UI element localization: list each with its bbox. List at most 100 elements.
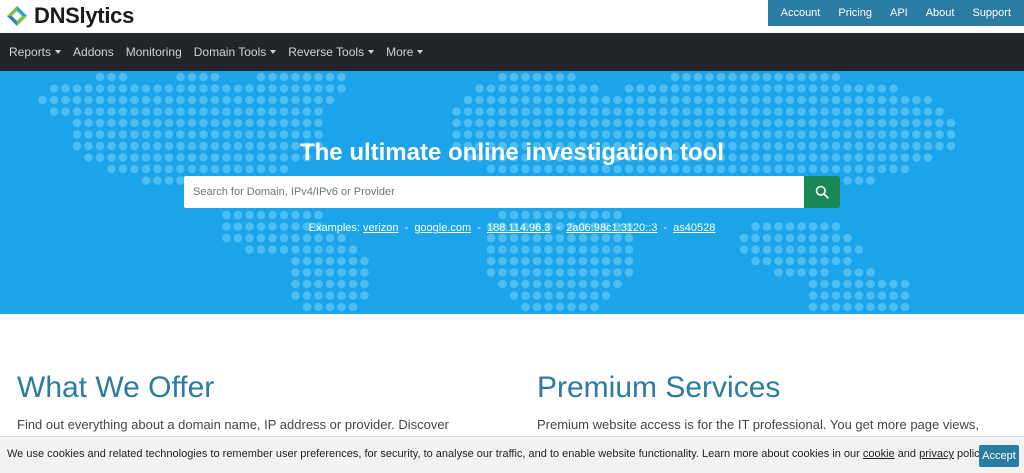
map-dot	[820, 72, 829, 82]
nav-more-dropdown[interactable]: More	[380, 33, 429, 71]
brand-logo-link[interactable]: DNSlytics	[6, 5, 134, 27]
map-dot	[613, 268, 622, 277]
nav-monitoring-link[interactable]: Monitoring	[120, 33, 188, 71]
cookie-policy-link[interactable]: cookie	[863, 448, 895, 460]
map-dot	[785, 233, 795, 243]
example-link-ipv6[interactable]: 2a06:98c1:3120::3	[566, 222, 657, 234]
map-dot	[659, 95, 668, 105]
map-dot	[797, 130, 806, 139]
map-dot	[544, 210, 553, 220]
map-dot	[498, 268, 507, 277]
map-dot	[118, 72, 128, 82]
map-dot	[509, 72, 519, 82]
map-dot	[291, 107, 300, 116]
map-dot	[222, 118, 231, 128]
map-dot	[532, 72, 542, 82]
map-dot	[912, 95, 921, 105]
map-dot	[199, 84, 208, 93]
map-dot	[808, 256, 818, 266]
search-input[interactable]	[184, 176, 804, 208]
map-dot	[854, 302, 864, 312]
map-dot	[141, 84, 151, 93]
search-button[interactable]	[804, 176, 840, 208]
map-dot	[912, 130, 921, 139]
map-dot	[187, 118, 197, 128]
nav-api-link[interactable]: API	[881, 0, 917, 26]
nav-addons-link[interactable]: Addons	[67, 33, 120, 71]
map-dot	[164, 118, 174, 128]
nav-support-link[interactable]: Support	[963, 0, 1020, 26]
map-dot	[578, 95, 588, 105]
map-dot	[923, 118, 933, 128]
map-dot	[509, 95, 519, 105]
map-dot	[705, 84, 714, 93]
map-dot	[498, 233, 507, 243]
map-dot	[61, 95, 70, 105]
map-dot	[544, 107, 553, 116]
nav-pricing-link[interactable]: Pricing	[829, 0, 881, 26]
example-link-verizon[interactable]: verizon	[363, 222, 398, 234]
map-dot	[107, 72, 116, 82]
map-dot	[601, 291, 611, 300]
map-dot	[739, 72, 749, 82]
map-dot	[210, 72, 220, 82]
map-dot	[118, 130, 128, 139]
nav-account-link[interactable]: Account	[772, 0, 830, 26]
example-link-asn[interactable]: as40528	[673, 222, 715, 234]
map-dot	[877, 84, 887, 93]
map-dot	[900, 130, 910, 139]
map-dot	[820, 84, 829, 93]
map-dot	[302, 107, 312, 116]
map-dot	[268, 118, 277, 128]
map-dot	[521, 95, 530, 105]
map-dot	[268, 95, 277, 105]
privacy-policy-link[interactable]: privacy	[919, 448, 954, 460]
map-dot	[567, 268, 576, 277]
map-dot	[613, 256, 622, 266]
map-dot	[889, 279, 898, 289]
nav-domain-tools-dropdown[interactable]: Domain Tools	[188, 33, 282, 71]
map-dot	[590, 210, 599, 220]
map-dot	[900, 118, 910, 128]
map-dot	[797, 268, 806, 277]
map-dot	[820, 95, 829, 105]
map-dot	[762, 72, 772, 82]
map-dot	[187, 84, 197, 93]
nav-about-link[interactable]: About	[917, 0, 964, 26]
nav-reverse-tools-dropdown[interactable]: Reverse Tools	[282, 33, 380, 71]
map-dot	[475, 95, 484, 105]
map-dot	[624, 118, 634, 128]
map-dot	[797, 245, 806, 254]
map-dot	[314, 107, 323, 116]
map-dot	[245, 130, 254, 139]
example-link-ipv4[interactable]: 188.114.96.3	[487, 222, 550, 234]
map-dot	[889, 130, 898, 139]
map-dot	[532, 256, 542, 266]
map-dot	[245, 84, 254, 93]
accept-cookies-button[interactable]: Accept	[979, 445, 1019, 467]
nav-reports-dropdown[interactable]: Reports	[3, 33, 67, 71]
map-dot	[325, 72, 335, 82]
map-dot	[808, 107, 818, 116]
map-dot	[463, 130, 473, 139]
map-dot	[314, 95, 323, 105]
nav-reports-label: Reports	[9, 45, 52, 59]
example-link-google[interactable]: google.com	[414, 222, 471, 234]
map-dot	[84, 95, 93, 105]
map-dot	[532, 118, 542, 128]
map-dot	[498, 210, 507, 220]
map-dot	[601, 118, 611, 128]
map-dot	[935, 130, 944, 139]
map-dot	[854, 118, 864, 128]
map-dot	[210, 95, 220, 105]
map-dot	[337, 279, 346, 289]
map-dot	[187, 130, 197, 139]
map-dot	[61, 107, 70, 116]
map-dot	[314, 233, 323, 243]
nav-addons-label: Addons	[73, 45, 114, 59]
map-dot	[256, 72, 266, 82]
map-dot	[486, 118, 496, 128]
map-dot	[176, 95, 185, 105]
map-dot	[578, 130, 588, 139]
map-dot	[532, 84, 542, 93]
